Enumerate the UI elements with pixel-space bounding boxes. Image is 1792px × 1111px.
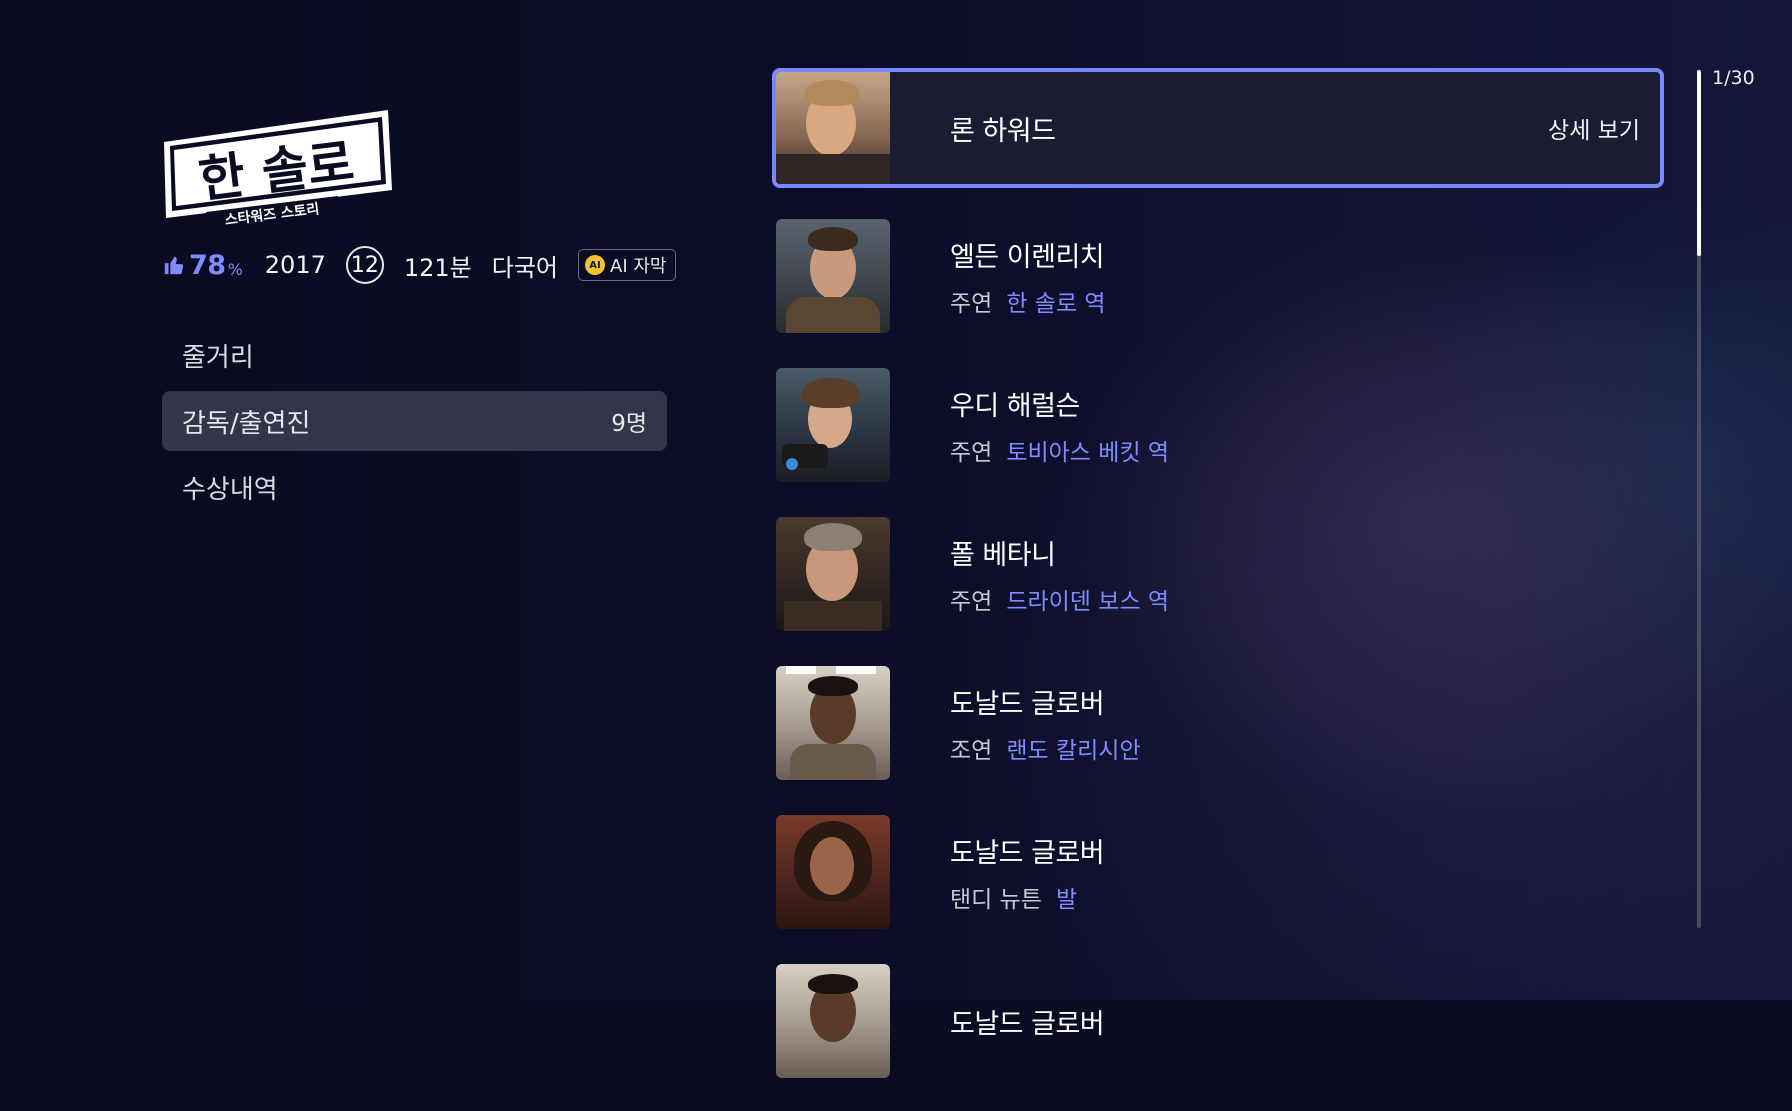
- cast-item[interactable]: 론 하워드 상세 보기: [772, 68, 1664, 188]
- cast-name: 도날드 글로버: [950, 688, 1105, 720]
- movie-detail-screen: 한 솔로 스타워즈 스토리 78 % 2017 12 121분 다국어 AI A…: [0, 0, 1792, 1078]
- cast-type: 주연: [950, 588, 993, 615]
- cast-count: 9명: [611, 411, 647, 437]
- menu-item-label: 수상내역: [182, 474, 278, 505]
- cast-type: 조연: [950, 737, 993, 764]
- cast-item[interactable]: 도날드 글로버 조연 랜도 칼리시안: [776, 664, 1664, 782]
- cast-name: 도날드 글로버: [950, 1008, 1105, 1040]
- ai-subtitle-badge: AI AI 자막: [578, 249, 677, 281]
- cast-type: 주연: [950, 290, 993, 317]
- menu-item-label: 줄거리: [182, 342, 254, 373]
- detail-view-button[interactable]: 상세 보기: [1548, 111, 1640, 145]
- release-year: 2017: [264, 251, 326, 279]
- cast-photo: [776, 368, 890, 482]
- cast-name: 우디 해럴슨: [950, 390, 1080, 422]
- cast-role: 랜도 칼리시안: [1006, 737, 1141, 764]
- cast-type: 주연: [950, 439, 993, 466]
- cast-photo: [776, 666, 890, 780]
- cast-photo: [776, 517, 890, 631]
- page-total: 30: [1730, 67, 1755, 89]
- rating-value: 78: [189, 249, 226, 281]
- rating-unit: %: [227, 259, 243, 279]
- cast-photo: [776, 815, 890, 929]
- ai-icon: AI: [585, 255, 605, 275]
- cast-name: 도날드 글로버: [950, 837, 1105, 869]
- page-current: 1: [1712, 67, 1725, 89]
- cast-item[interactable]: 우디 해럴슨 주연 토비아스 베킷 역: [776, 366, 1664, 484]
- movie-title-logo: 한 솔로 스타워즈 스토리: [164, 110, 392, 228]
- cast-role: 발: [1055, 886, 1078, 913]
- cast-name: 엘든 이렌리치: [950, 241, 1105, 273]
- runtime: 121분: [403, 253, 472, 282]
- movie-meta: 78 % 2017 12 121분 다국어 AI AI 자막: [163, 246, 677, 284]
- cast-item[interactable]: 폴 베타니 주연 드라이덴 보스 역: [776, 515, 1664, 633]
- cast-role: 드라이덴 보스 역: [1006, 588, 1170, 615]
- ai-subtitle-label: AI 자막: [610, 256, 667, 277]
- cast-role: 토비아스 베킷 역: [1006, 439, 1170, 466]
- cast-type: 탠디 뉴튼: [950, 886, 1042, 913]
- menu-item-synopsis[interactable]: 줄거리: [162, 325, 667, 385]
- cast-item[interactable]: 도날드 글로버: [776, 962, 1664, 1080]
- scrollbar[interactable]: [1697, 70, 1701, 928]
- cast-item[interactable]: 도날드 글로버 탠디 뉴튼 발: [776, 813, 1664, 931]
- cast-photo: [776, 964, 890, 1078]
- age-rating-badge: 12: [345, 246, 384, 284]
- menu-item-awards[interactable]: 수상내역: [162, 457, 667, 517]
- cast-item[interactable]: 엘든 이렌리치 주연 한 솔로 역: [776, 217, 1664, 335]
- menu-item-label: 감독/출연진: [182, 408, 311, 439]
- cast-name: 론 하워드: [950, 115, 1056, 147]
- cast-photo: [776, 72, 890, 184]
- thumbs-up-icon: [164, 256, 184, 275]
- menu-item-cast[interactable]: 감독/출연진 9명: [162, 391, 667, 451]
- cast-name: 폴 베타니: [950, 539, 1056, 571]
- page-indicator: 1/30: [1712, 67, 1755, 89]
- cast-list: 론 하워드 상세 보기 엘든 이렌리치 주연 한 솔로 역 우디 해럴슨 주연 …: [772, 68, 1664, 1111]
- language: 다국어: [491, 253, 558, 282]
- scrollbar-thumb[interactable]: [1697, 70, 1701, 256]
- detail-menu: 줄거리 감독/출연진 9명 수상내역: [162, 325, 667, 523]
- cast-role: 한 솔로 역: [1006, 290, 1106, 317]
- cast-photo: [776, 219, 890, 333]
